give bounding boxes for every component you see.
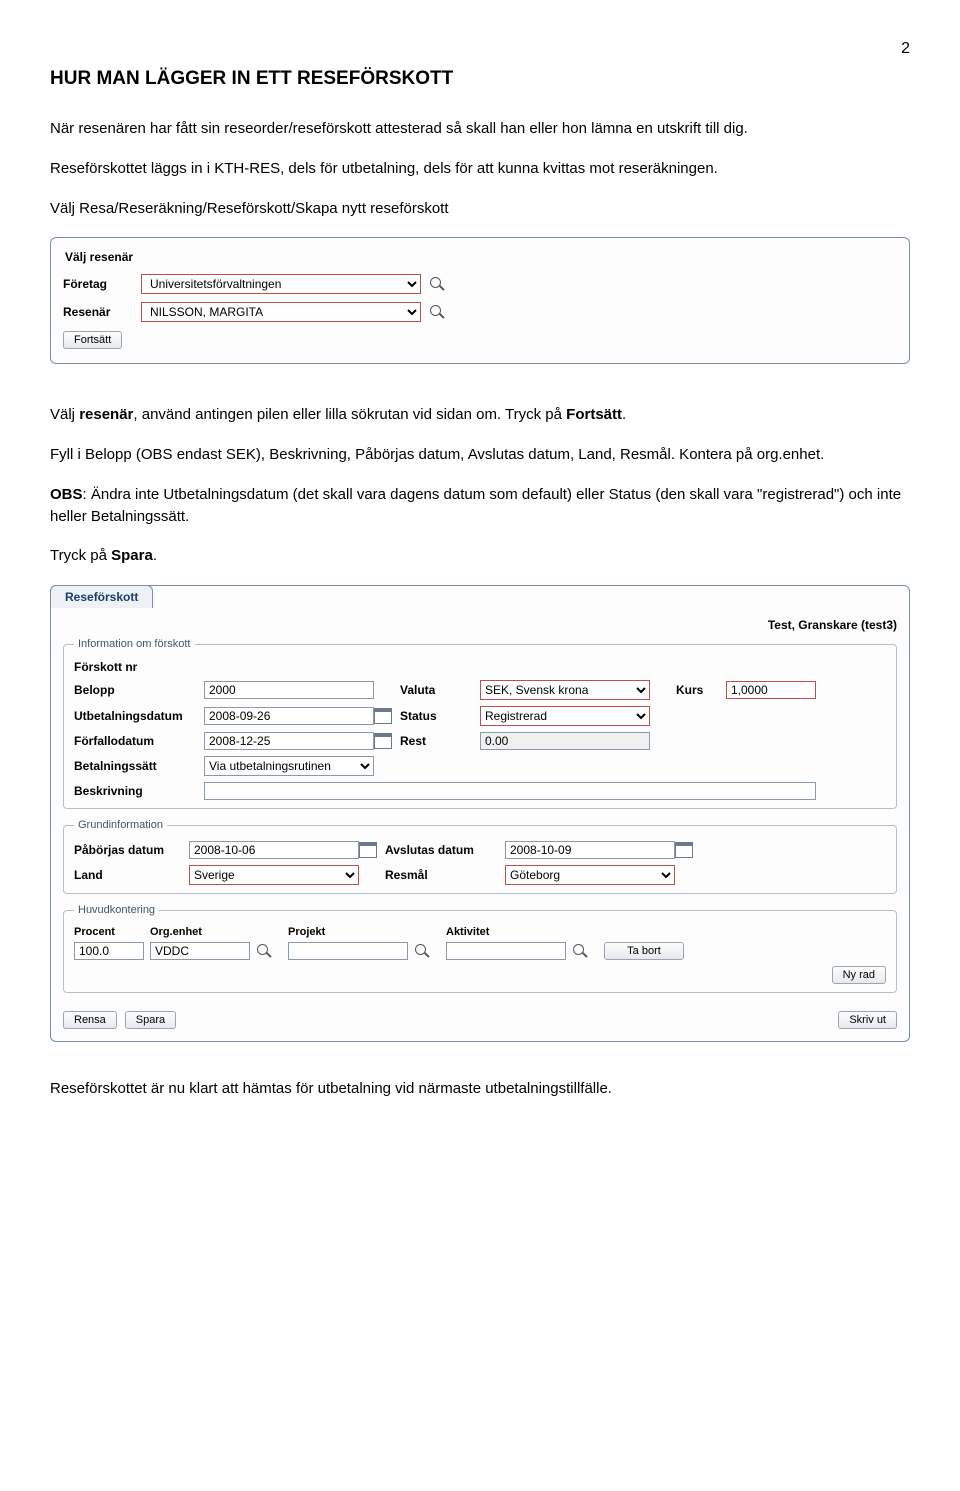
start-date-label: Påbörjas datum — [74, 843, 189, 857]
page-number: 2 — [50, 40, 910, 58]
main-accounting-legend: Huvudkontering — [74, 904, 159, 916]
rate-input[interactable] — [726, 681, 816, 699]
search-icon[interactable] — [572, 943, 588, 959]
search-icon[interactable] — [429, 304, 445, 320]
save-button[interactable]: Spara — [125, 1011, 176, 1029]
amount-label: Belopp — [74, 683, 204, 697]
status-label: Status — [400, 709, 480, 723]
new-row-button[interactable]: Ny rad — [832, 966, 886, 984]
advance-info-fieldset: Information om förskott Förskott nr Belo… — [63, 638, 897, 809]
due-date-label: Förfallodatum — [74, 734, 204, 748]
clear-button[interactable]: Rensa — [63, 1011, 117, 1029]
select-traveller-panel: Välj resenär Företag Universitetsförvalt… — [50, 237, 910, 364]
paragraph-6: OBS: Ändra inte Utbetalningsdatum (det s… — [50, 484, 910, 528]
description-label: Beskrivning — [74, 784, 204, 798]
select-traveller-legend: Välj resenär — [61, 250, 137, 264]
paragraph-7: Tryck på Spara. — [50, 545, 910, 567]
country-label: Land — [74, 868, 189, 882]
description-input[interactable] — [204, 782, 816, 800]
paragraph-2: Reseförskottet läggs in i KTH-RES, dels … — [50, 158, 910, 180]
calendar-icon[interactable] — [374, 708, 392, 724]
payment-method-select[interactable]: Via utbetalningsrutinen — [204, 756, 374, 776]
table-row: Ta bort — [74, 942, 886, 960]
destination-label: Resmål — [385, 868, 505, 882]
paragraph-5: Fyll i Belopp (OBS endast SEK), Beskrivn… — [50, 444, 910, 466]
payout-date-input[interactable] — [204, 707, 374, 725]
col-orgunit: Org.enhet — [150, 926, 250, 938]
currency-select[interactable]: SEK, Svensk krona — [480, 680, 650, 700]
due-date-input[interactable] — [204, 732, 374, 750]
rest-input — [480, 732, 650, 750]
amount-input[interactable] — [204, 681, 374, 699]
rate-label: Kurs — [676, 683, 726, 697]
col-project: Projekt — [288, 926, 408, 938]
advance-no-label: Förskott nr — [74, 660, 204, 674]
traveller-label: Resenär — [63, 305, 133, 319]
continue-button[interactable]: Fortsätt — [63, 331, 122, 349]
current-user: Test, Granskare (test3) — [63, 618, 897, 632]
country-select[interactable]: Sverige — [189, 865, 359, 885]
page-title: HUR MAN LÄGGER IN ETT RESEFÖRSKOTT — [50, 68, 910, 90]
payout-date-label: Utbetalningsdatum — [74, 709, 204, 723]
traveller-row: Resenär NILSSON, MARGITA — [63, 302, 897, 322]
start-date-input[interactable] — [189, 841, 359, 859]
rest-label: Rest — [400, 734, 480, 748]
paragraph-1: När resenären har fått sin reseorder/res… — [50, 118, 910, 140]
col-activity: Aktivitet — [446, 926, 566, 938]
basic-info-fieldset: Grundinformation Påbörjas datum Avslutas… — [63, 819, 897, 894]
paragraph-4: Välj resenär, använd antingen pilen elle… — [50, 404, 910, 426]
print-button[interactable]: Skriv ut — [838, 1011, 897, 1029]
activity-input[interactable] — [446, 942, 566, 960]
traveller-select[interactable]: NILSSON, MARGITA — [141, 302, 421, 322]
orgunit-input[interactable] — [150, 942, 250, 960]
tab-reseforskott[interactable]: Reseförskott — [50, 585, 153, 608]
paragraph-3: Välj Resa/Reseräkning/Reseförskott/Skapa… — [50, 198, 910, 220]
destination-select[interactable]: Göteborg — [505, 865, 675, 885]
remove-row-button[interactable]: Ta bort — [604, 942, 684, 960]
paragraph-8: Reseförskottet är nu klart att hämtas fö… — [50, 1078, 910, 1100]
payment-method-label: Betalningssätt — [74, 759, 204, 773]
search-icon[interactable] — [414, 943, 430, 959]
project-input[interactable] — [288, 942, 408, 960]
calendar-icon[interactable] — [374, 733, 392, 749]
calendar-icon[interactable] — [359, 842, 377, 858]
currency-label: Valuta — [400, 683, 480, 697]
company-row: Företag Universitetsförvaltningen — [63, 274, 897, 294]
col-percent: Procent — [74, 926, 144, 938]
advance-info-legend: Information om förskott — [74, 638, 195, 650]
company-label: Företag — [63, 277, 133, 291]
calendar-icon[interactable] — [675, 842, 693, 858]
search-icon[interactable] — [256, 943, 272, 959]
status-select[interactable]: Registrerad — [480, 706, 650, 726]
travel-advance-panel: Reseförskott Test, Granskare (test3) Inf… — [50, 585, 910, 1042]
main-accounting-fieldset: Huvudkontering Procent Org.enhet Projekt… — [63, 904, 897, 993]
end-date-input[interactable] — [505, 841, 675, 859]
basic-info-legend: Grundinformation — [74, 819, 167, 831]
end-date-label: Avslutas datum — [385, 843, 505, 857]
company-select[interactable]: Universitetsförvaltningen — [141, 274, 421, 294]
percent-input[interactable] — [74, 942, 144, 960]
search-icon[interactable] — [429, 276, 445, 292]
